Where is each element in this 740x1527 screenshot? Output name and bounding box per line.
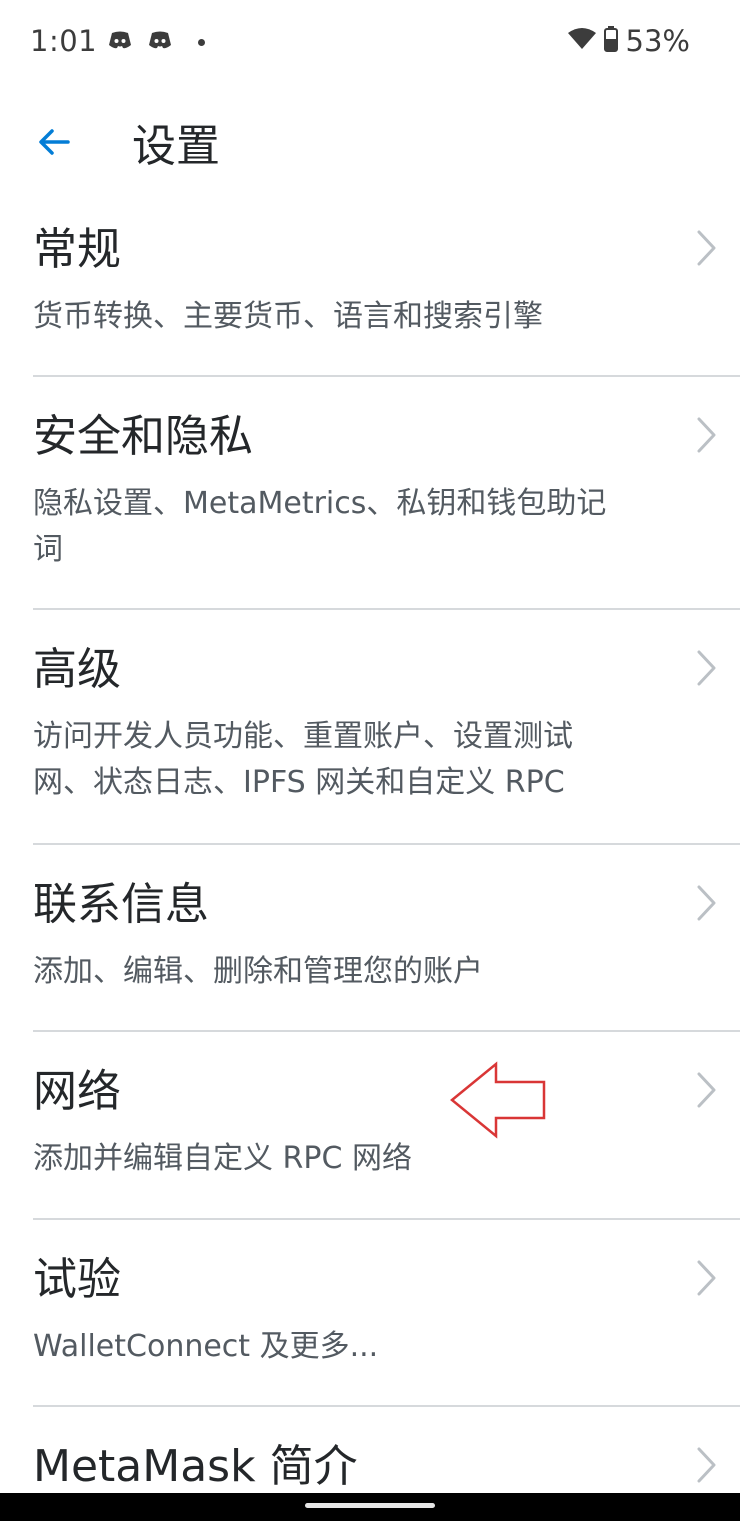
settings-item-advanced[interactable]: 高级 访问开发人员功能、重置账户、设置测试网、状态日志、IPFS 网关和自定义 … bbox=[33, 610, 740, 845]
settings-item-description: WalletConnect 及更多... bbox=[33, 1329, 379, 1364]
settings-item-title: 安全和隐私 bbox=[33, 411, 253, 462]
wifi-icon bbox=[567, 27, 596, 55]
status-time: 1:01 bbox=[30, 24, 98, 58]
chevron-right-icon bbox=[694, 883, 718, 923]
chevron-right-icon bbox=[694, 1445, 718, 1485]
settings-item-description: 货币转换、主要货币、语言和搜索引擎 bbox=[33, 299, 543, 334]
settings-item-title: MetaMask 简介 bbox=[33, 1441, 358, 1492]
chevron-right-icon bbox=[694, 415, 718, 455]
settings-item-networks[interactable]: 网络 添加并编辑自定义 RPC 网络 bbox=[33, 1032, 740, 1220]
home-indicator[interactable] bbox=[305, 1503, 435, 1508]
chevron-right-icon bbox=[694, 228, 718, 268]
more-notifications-dot-icon bbox=[198, 38, 205, 46]
settings-item-security-privacy[interactable]: 安全和隐私 隐私设置、MetaMetrics、私钥和钱包助记词 bbox=[33, 377, 740, 610]
status-right: 53% bbox=[567, 24, 690, 58]
settings-list: 常规 货币转换、主要货币、语言和搜索引擎 安全和隐私 隐私设置、MetaMetr… bbox=[0, 190, 740, 1527]
notification-icons bbox=[108, 30, 205, 54]
arrow-left-icon[interactable] bbox=[34, 122, 74, 162]
chevron-right-icon bbox=[694, 1070, 718, 1110]
chevron-right-icon bbox=[694, 648, 718, 688]
settings-item-title: 试验 bbox=[33, 1254, 121, 1305]
app-header: 设置 bbox=[0, 100, 740, 184]
chevron-right-icon bbox=[694, 1258, 718, 1298]
settings-item-title: 高级 bbox=[33, 644, 121, 695]
settings-item-contacts[interactable]: 联系信息 添加、编辑、删除和管理您的账户 bbox=[33, 845, 740, 1032]
settings-item-title: 常规 bbox=[33, 224, 121, 275]
settings-item-title: 联系信息 bbox=[33, 879, 209, 930]
battery-percentage: 53% bbox=[625, 24, 690, 58]
discord-icon bbox=[148, 30, 172, 54]
settings-item-general[interactable]: 常规 货币转换、主要货币、语言和搜索引擎 bbox=[33, 190, 740, 377]
system-navigation-bar bbox=[0, 1493, 740, 1521]
settings-item-description: 添加并编辑自定义 RPC 网络 bbox=[33, 1141, 412, 1176]
settings-item-description: 隐私设置、MetaMetrics、私钥和钱包助记词 bbox=[33, 486, 607, 567]
settings-item-experimental[interactable]: 试验 WalletConnect 及更多... bbox=[33, 1220, 740, 1407]
page-title: 设置 bbox=[132, 121, 220, 172]
discord-icon bbox=[108, 30, 132, 54]
settings-item-description: 添加、编辑、删除和管理您的账户 bbox=[33, 954, 483, 989]
battery-icon bbox=[603, 26, 618, 56]
annotation-arrow-icon bbox=[448, 1060, 548, 1140]
status-bar: 1:01 53% bbox=[0, 0, 740, 88]
settings-item-description: 访问开发人员功能、重置账户、设置测试网、状态日志、IPFS 网关和自定义 RPC bbox=[33, 719, 573, 800]
